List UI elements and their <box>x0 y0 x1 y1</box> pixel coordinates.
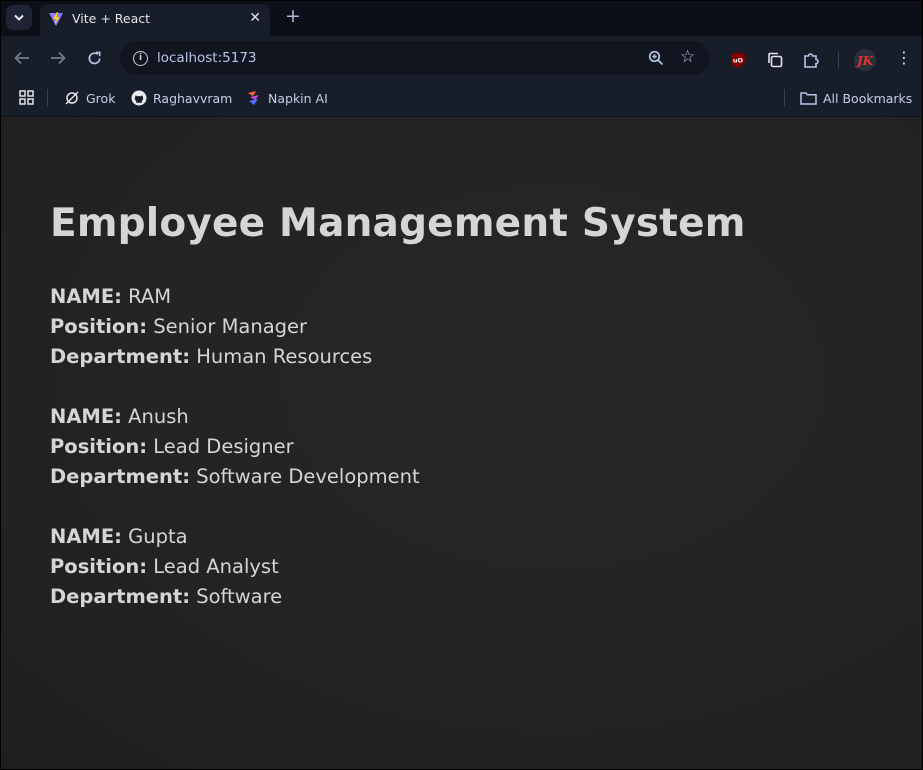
extensions-puzzle-icon[interactable] <box>802 51 820 69</box>
grok-icon <box>65 91 79 105</box>
employee-name-row: NAME: RAM <box>50 282 372 312</box>
address-bar[interactable]: i localhost:5173 ☆ <box>120 41 710 75</box>
bookmarks-divider <box>784 89 785 107</box>
employee-name: Gupta <box>128 525 188 548</box>
zoom-icon[interactable] <box>648 50 664 66</box>
chevron-down-icon <box>14 14 24 21</box>
employee-name: RAM <box>128 285 172 308</box>
employee-department-row: Department: Human Resources <box>50 342 372 372</box>
bookmark-raghavvram[interactable]: Raghavvram <box>131 88 232 108</box>
copy-tabs-icon[interactable] <box>766 51 784 69</box>
employee-position: Lead Designer <box>153 435 294 458</box>
department-label: Department: <box>50 345 191 368</box>
tab-strip: Vite + React ✕ + <box>0 0 923 36</box>
bookmark-label: Raghavvram <box>153 90 233 106</box>
name-label: NAME: <box>50 525 122 548</box>
employee-position-row: Position: Lead Designer <box>50 432 420 462</box>
employee-department-row: Department: Software <box>50 582 282 612</box>
reload-icon[interactable] <box>85 49 103 67</box>
position-label: Position: <box>50 435 148 458</box>
vite-icon <box>49 12 63 26</box>
employee-position: Senior Manager <box>153 315 308 338</box>
bookmarks-bar: Grok Raghavvram Napkin AI All Bookmarks <box>0 80 923 117</box>
more-menu-icon[interactable]: ⋮ <box>896 47 912 69</box>
employee-name-row: NAME: Gupta <box>50 522 282 552</box>
bookmark-napkin-ai[interactable]: Napkin AI <box>246 88 328 108</box>
forward-arrow-icon[interactable] <box>49 49 67 67</box>
bookmark-label: Grok <box>86 90 116 106</box>
employee-name: Anush <box>128 405 189 428</box>
employee-department: Software <box>196 585 283 608</box>
employee-position-row: Position: Lead Analyst <box>50 552 282 582</box>
browser-tab[interactable]: Vite + React ✕ <box>40 4 270 36</box>
all-bookmarks-label: All Bookmarks <box>823 90 913 106</box>
bookmark-label: Napkin AI <box>268 90 328 106</box>
svg-text:JK: JK <box>855 54 874 68</box>
employee-department-row: Department: Software Development <box>50 462 420 492</box>
position-label: Position: <box>50 555 148 578</box>
close-icon[interactable]: ✕ <box>249 10 261 26</box>
avatar-icon: JK <box>855 54 874 68</box>
employee-card: NAME: Anush Position: Lead Designer Depa… <box>50 402 420 492</box>
browser-toolbar: i localhost:5173 ☆ uO JK ⋮ <box>0 36 923 80</box>
employee-position: Lead Analyst <box>153 555 279 578</box>
all-bookmarks-button[interactable]: All Bookmarks <box>800 88 912 108</box>
bookmark-grok[interactable]: Grok <box>64 88 115 108</box>
name-label: NAME: <box>50 405 122 428</box>
bookmarks-divider <box>47 89 48 107</box>
page-title: Employee Management System <box>50 201 746 246</box>
tab-title: Vite + React <box>72 11 151 26</box>
department-label: Department: <box>50 465 191 488</box>
bookmark-star-icon[interactable]: ☆ <box>680 48 695 66</box>
site-info-icon[interactable]: i <box>133 51 148 66</box>
toolbar-divider <box>838 52 839 68</box>
profile-avatar[interactable]: JK <box>854 49 876 71</box>
employee-name-row: NAME: Anush <box>50 402 420 432</box>
ublock-icon[interactable]: uO <box>729 51 747 69</box>
svg-text:uO: uO <box>733 57 744 65</box>
department-label: Department: <box>50 585 191 608</box>
position-label: Position: <box>50 315 148 338</box>
employee-department: Software Development <box>196 465 420 488</box>
employee-department: Human Resources <box>196 345 373 368</box>
employee-card: NAME: RAM Position: Senior Manager Depar… <box>50 282 372 372</box>
tab-search-button[interactable] <box>6 5 32 30</box>
name-label: NAME: <box>50 285 122 308</box>
employee-position-row: Position: Senior Manager <box>50 312 372 342</box>
folder-icon <box>800 92 817 105</box>
github-icon <box>131 90 147 106</box>
napkin-icon <box>248 91 259 105</box>
back-arrow-icon[interactable] <box>13 49 31 67</box>
employee-card: NAME: Gupta Position: Lead Analyst Depar… <box>50 522 282 612</box>
new-tab-button[interactable]: + <box>283 5 303 27</box>
page-content: Employee Management System NAME: RAM Pos… <box>1 117 922 769</box>
apps-grid-icon[interactable] <box>19 90 34 105</box>
url-text: localhost:5173 <box>157 50 257 66</box>
